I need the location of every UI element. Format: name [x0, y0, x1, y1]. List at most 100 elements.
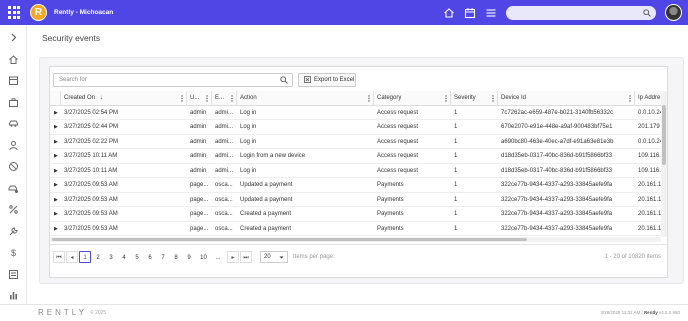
row-expand-icon[interactable]: ▶ — [54, 207, 61, 222]
page-button[interactable]: 5 — [131, 251, 143, 263]
row-expand-icon[interactable]: ▶ — [54, 193, 61, 208]
top-bar: R Rently - Michoacan — [0, 0, 688, 25]
horizontal-scrollbar[interactable] — [50, 237, 661, 242]
cell-email: admi... — [215, 109, 234, 116]
cell-created-on: 3/27/2025 09:53 AM — [64, 196, 118, 203]
export-excel-button[interactable]: Export to Excel — [298, 73, 356, 87]
sidebar-item-briefcase[interactable] — [8, 95, 19, 107]
cell-action: Log in — [240, 167, 257, 174]
cell-action: Log in — [240, 138, 257, 145]
vertical-scrollbar[interactable] — [661, 91, 667, 237]
row-expand-icon[interactable]: ▶ — [54, 120, 61, 135]
footer-logo: RENTLY — [38, 308, 87, 317]
cell-created-on: 3/27/2025 02:44 PM — [64, 124, 119, 130]
dollar-icon: $ — [11, 248, 16, 258]
percent-icon — [9, 205, 18, 214]
row-expand-icon[interactable]: ▶ — [54, 178, 61, 193]
first-page-button[interactable]: ⏮ — [53, 251, 65, 263]
page-button[interactable]: 2 — [92, 251, 104, 263]
car-icon — [9, 120, 18, 127]
table-row[interactable]: ▶ 3/27/2025 02:22 PM admin admi... Log in Acc… — [50, 135, 661, 150]
table-row[interactable]: ▶ 3/27/2025 09:53 AM page... osca... Created… — [50, 207, 661, 222]
cell-created-on: 3/27/2025 02:22 PM — [64, 138, 119, 145]
cell-severity: 1 — [454, 109, 458, 116]
cell-category: Access request — [377, 153, 419, 159]
cell-created-on: 3/27/2025 02:54 PM — [64, 109, 119, 116]
menu-icon[interactable] — [485, 6, 497, 24]
last-page-button[interactable]: ⏭ — [240, 251, 252, 263]
column-header-email[interactable]: E... — [212, 91, 237, 106]
sidebar-item-payments[interactable]: $ — [8, 245, 19, 258]
cell-email: admi... — [215, 138, 234, 145]
sidebar-item-discounts[interactable] — [8, 202, 19, 214]
cell-action: Created a payment — [240, 211, 292, 217]
footer: RENTLY © 2025 3/28/2025 11:31 AM | Rentl… — [0, 304, 688, 321]
sidebar-item-tools[interactable] — [8, 224, 19, 236]
app-logo[interactable]: R — [30, 4, 47, 21]
page-button[interactable]: 8 — [170, 251, 182, 263]
sidebar: $ — [0, 25, 27, 304]
page-button[interactable]: 9 — [183, 251, 195, 263]
page-button[interactable]: 3 — [105, 251, 117, 263]
row-expand-icon[interactable]: ▶ — [54, 149, 61, 164]
column-header-ip-address[interactable]: Ip Addre — [635, 91, 661, 106]
row-expand-icon[interactable]: ▶ — [54, 135, 61, 150]
table-row[interactable]: ▶ 3/27/2025 09:53 AM page... osca... Updated… — [50, 178, 661, 193]
next-page-button[interactable]: ▸ — [227, 251, 239, 263]
cell-user: admin — [190, 138, 207, 145]
cell-user: admin — [190, 109, 207, 116]
sidebar-item-home[interactable] — [8, 52, 19, 64]
page-button[interactable]: 4 — [118, 251, 130, 263]
column-header-user[interactable]: U... — [187, 91, 212, 106]
sidebar-item-car-settings[interactable] — [8, 181, 19, 193]
cell-ip-address: 0.0.10.24 — [638, 138, 661, 145]
user-icon — [9, 141, 18, 151]
sidebar-item-invoices[interactable] — [8, 267, 19, 279]
table-row[interactable]: ▶ 3/27/2025 09:53 AM page... osca... Updated… — [50, 193, 661, 208]
row-expand-icon[interactable]: ▶ — [54, 106, 61, 121]
main-content: Security events Search for Export to Exc… — [28, 25, 688, 304]
cell-severity: 1 — [454, 138, 458, 145]
cell-action: Login from a new device — [240, 153, 306, 159]
sort-desc-icon: ↓ — [99, 95, 103, 101]
avatar[interactable] — [665, 4, 682, 21]
svg-text:$: $ — [11, 248, 16, 258]
table-row[interactable]: ▶ 3/27/2025 10:11 AM admin admi... Log in Acc… — [50, 164, 661, 179]
sidebar-item-users[interactable] — [8, 138, 19, 151]
page-button[interactable]: 7 — [157, 251, 169, 263]
sidebar-item-blocked[interactable] — [8, 159, 19, 171]
apps-grid-icon[interactable] — [8, 6, 21, 19]
items-count-label: 1 - 20 of 10820 items — [604, 254, 661, 260]
expand-sidebar-icon[interactable] — [8, 30, 19, 42]
page-button[interactable]: 6 — [144, 251, 156, 263]
column-header-severity[interactable]: Severity — [451, 91, 498, 106]
cell-device-id: d18d35eb-0317-40bc-836d-b91f5866bf33 — [501, 167, 613, 174]
row-expand-icon[interactable]: ▶ — [54, 164, 61, 179]
grid-search-input[interactable]: Search for — [53, 73, 293, 87]
sidebar-item-car[interactable] — [8, 116, 19, 127]
page-button[interactable]: 10 — [196, 251, 211, 263]
home-icon[interactable] — [443, 6, 455, 24]
footer-timestamp: 3/28/2025 11:31 AM — [600, 310, 641, 315]
page-ellipsis-button[interactable]: ... — [212, 251, 224, 263]
cell-category: Payments — [377, 225, 404, 232]
table-row[interactable]: ▶ 3/27/2025 09:53 AM page... osca... Created… — [50, 222, 661, 237]
table-row[interactable]: ▶ 3/27/2025 02:54 PM admin admi... Log in Acc… — [50, 106, 661, 121]
cell-device-id: 7c7262ac-e659-487e-b021-3140fb56332c — [501, 109, 614, 116]
cell-severity: 1 — [454, 196, 458, 203]
cell-email: osca... — [215, 182, 233, 188]
column-header-category[interactable]: Category — [374, 91, 451, 106]
sidebar-item-calendar[interactable] — [8, 73, 19, 85]
page-button[interactable]: 1 — [79, 251, 91, 263]
column-header-device-id[interactable]: Device Id — [498, 91, 635, 106]
column-header-action[interactable]: Action — [237, 91, 374, 106]
sidebar-item-reports[interactable] — [8, 288, 19, 300]
calendar-icon[interactable] — [464, 6, 476, 24]
column-header-created-on[interactable]: Created On ↓ — [61, 91, 187, 106]
global-search-input[interactable] — [506, 6, 656, 20]
page-size-select[interactable]: 20 — [260, 251, 288, 263]
previous-page-button[interactable]: ◂ — [66, 251, 78, 263]
table-row[interactable]: ▶ 3/27/2025 02:44 PM admin admi... Log in Acc… — [50, 120, 661, 135]
row-expand-icon[interactable]: ▶ — [54, 222, 61, 237]
table-row[interactable]: ▶ 3/27/2025 10:11 AM admin admi... Login fro… — [50, 149, 661, 164]
